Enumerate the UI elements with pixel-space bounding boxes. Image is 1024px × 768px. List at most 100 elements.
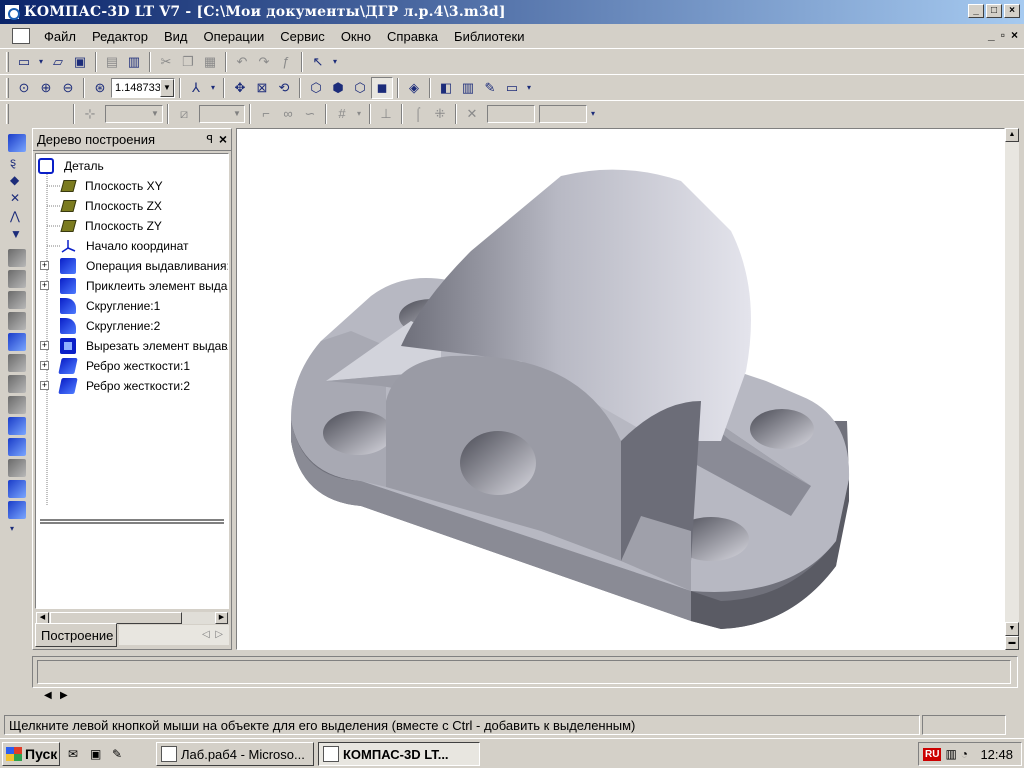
tree-close-icon[interactable]: × (219, 131, 227, 147)
print-icon[interactable]: ▤ (101, 51, 123, 73)
tree-item-plane-xy[interactable]: Плоскость XY (60, 176, 163, 196)
expand-icon[interactable]: + (40, 381, 49, 390)
tree-item-add-extrude[interactable]: Приклеить элемент выдавл (60, 276, 228, 296)
layer-field[interactable]: ▼ (199, 104, 245, 123)
perspective-icon[interactable]: ◈ (403, 77, 425, 99)
maximize-button[interactable]: □ (986, 4, 1002, 18)
tab-construction[interactable]: Построение (35, 623, 117, 647)
fit-all-icon[interactable]: ⊠ (251, 77, 273, 99)
scroll-page-icon[interactable]: ▬ (1005, 636, 1019, 650)
zoom-window-icon[interactable]: ⊙ (13, 77, 35, 99)
plane-section-icon[interactable]: ◧ (435, 77, 457, 99)
menu-window[interactable]: Окно (333, 29, 379, 44)
properties-field[interactable] (37, 660, 1011, 684)
add-rotate-tool-icon[interactable] (8, 354, 26, 372)
extrude-tool-icon[interactable] (8, 249, 26, 267)
tree-item-cut-extrude[interactable]: Вырезать элемент выдавли (60, 336, 228, 356)
start-button[interactable]: Пуск (2, 742, 60, 766)
orientation-icon[interactable]: ⅄ (185, 77, 207, 99)
grid-dropdown-icon[interactable]: ▾ (353, 103, 365, 125)
zoom-scale-field[interactable]: 1.148733 ▼ (111, 77, 175, 98)
expand-icon[interactable]: + (40, 341, 49, 350)
pan-icon[interactable]: ✥ (229, 77, 251, 99)
model-tree[interactable]: Деталь Плоскость XY Плоскость ZX Плоскос… (35, 153, 229, 609)
copy-icon[interactable]: ❐ (177, 51, 199, 73)
quicklaunch-app-icon[interactable]: ✎ (112, 747, 128, 761)
add-extrude-tool-icon[interactable] (8, 333, 26, 351)
measure-icon[interactable]: ▥ (457, 77, 479, 99)
quicklaunch-desktop-icon[interactable]: ▣ (90, 747, 106, 761)
surfaces-icon[interactable]: ◆ (10, 173, 24, 187)
zoom-dropdown-icon[interactable]: ▼ (160, 78, 174, 97)
scroll-right-icon[interactable]: ▶ (215, 612, 228, 624)
coord-y-field[interactable] (539, 104, 587, 123)
shell-tool-icon[interactable] (8, 459, 26, 477)
minimize-button[interactable]: _ (968, 4, 984, 18)
part-model-image[interactable] (237, 129, 1005, 650)
mdi-close-button[interactable]: × (1011, 28, 1018, 42)
menu-help[interactable]: Справка (379, 29, 446, 44)
prop-next-icon[interactable]: ▶ (60, 690, 68, 701)
halftone-icon[interactable]: ◼ (371, 76, 393, 99)
volume-icon[interactable]: ◔ (961, 747, 968, 761)
orientation-dropdown-icon[interactable]: ▾ (207, 77, 219, 99)
snap-dropdown-icon[interactable]: ▼ (148, 106, 162, 122)
display-options-icon[interactable]: ▭ (501, 77, 523, 99)
menu-service[interactable]: Сервис (272, 29, 333, 44)
close-button[interactable]: × (1004, 4, 1020, 18)
network-icon[interactable]: ▥ (945, 747, 956, 761)
wireframe-icon[interactable]: ⬡ (305, 77, 327, 99)
task-word-document[interactable]: Лаб.раб4 - Microso... (156, 742, 314, 766)
coord-x-field[interactable] (487, 104, 535, 123)
round-icon[interactable]: ⌠ (407, 103, 429, 125)
unlink-icon[interactable]: ∽ (299, 103, 321, 125)
menu-editor[interactable]: Редактор (84, 29, 156, 44)
kinematic-tool-icon[interactable] (8, 291, 26, 309)
snap-icon[interactable]: ⊹ (79, 103, 101, 125)
save-icon[interactable]: ▣ (69, 51, 91, 73)
new-file-dropdown-icon[interactable]: ▾ (35, 51, 47, 73)
cut-icon[interactable]: ✂ (155, 51, 177, 73)
zoom-in-icon[interactable]: ⊕ (35, 77, 57, 99)
tree-item-extrude-1[interactable]: Операция выдавливания:1 (60, 256, 228, 276)
hidden-thin-icon[interactable]: ⬡ (349, 77, 371, 99)
toolbar-grip[interactable] (6, 51, 9, 72)
layer-dropdown-icon[interactable]: ▼ (230, 106, 244, 122)
zoom-out-icon[interactable]: ⊖ (57, 77, 79, 99)
pin-icon[interactable]: ꟼ (206, 133, 213, 146)
cut-tool-icon[interactable] (8, 375, 26, 393)
redo-icon[interactable]: ↷ (253, 51, 275, 73)
aux-geometry-icon[interactable]: ✕ (10, 191, 24, 205)
link-icon[interactable]: ∞ (277, 103, 299, 125)
print-preview-icon[interactable]: ▥ (123, 51, 145, 73)
menu-operations[interactable]: Операции (195, 29, 272, 44)
ortho-icon[interactable]: ⊥ (375, 103, 397, 125)
chamfer-tool-icon[interactable] (8, 438, 26, 456)
new-file-icon[interactable]: ▭ (13, 51, 35, 73)
layer-icon[interactable]: ⧄ (173, 103, 195, 125)
viewport-vertical-scrollbar[interactable]: ▲ ▼ ▬ (1005, 128, 1019, 650)
more-tools-icon[interactable]: ▾ (10, 522, 24, 536)
menu-view[interactable]: Вид (156, 29, 196, 44)
scroll-up-icon[interactable]: ▲ (1005, 128, 1019, 142)
zoom-scale-icon[interactable]: ⊛ (89, 77, 111, 99)
prop-prev-icon[interactable]: ◀ (44, 690, 52, 701)
sketch-edit-icon[interactable]: ✎ (479, 77, 501, 99)
rotate-icon[interactable]: ⟲ (273, 77, 295, 99)
tree-item-fillet-1[interactable]: Скругление:1 (60, 296, 160, 316)
coord-dropdown-icon[interactable]: ▾ (587, 103, 599, 125)
display-options-dropdown-icon[interactable]: ▾ (523, 77, 535, 99)
tree-item-rib-2[interactable]: Ребро жесткости:2 (58, 376, 190, 396)
snap-grid-icon[interactable]: ⁜ (429, 103, 451, 125)
cut-rotate-tool-icon[interactable] (8, 396, 26, 414)
array-tool-icon[interactable] (8, 501, 26, 519)
expand-icon[interactable]: + (40, 361, 49, 370)
toolbar-grip[interactable] (6, 77, 9, 98)
expand-icon[interactable]: + (40, 261, 49, 270)
app-icon[interactable] (4, 4, 20, 20)
measure-tool-icon[interactable]: ⋀ (10, 209, 24, 223)
tree-item-rib-1[interactable]: Ребро жесткости:1 (58, 356, 190, 376)
toolbar-grip[interactable] (6, 103, 9, 124)
tab-prev-icon[interactable]: ◁ (202, 629, 210, 640)
tree-item-fillet-2[interactable]: Скругление:2 (60, 316, 160, 336)
